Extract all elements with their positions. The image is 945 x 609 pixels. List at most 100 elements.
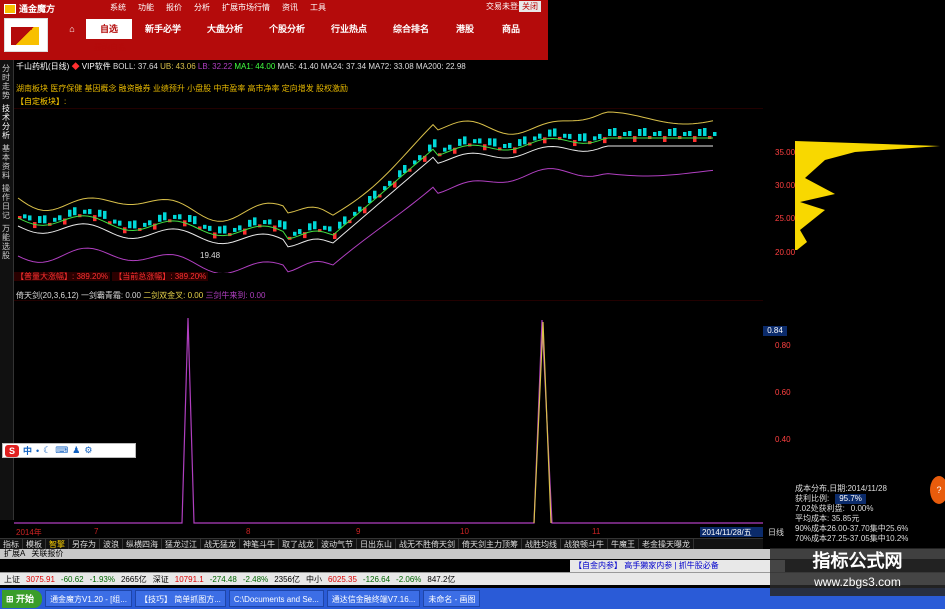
sz-label: 深证 bbox=[152, 574, 169, 584]
candle bbox=[73, 207, 77, 216]
cost-90: 90%成本26.00-37.70集中25.6% bbox=[795, 524, 909, 533]
task-tongjin[interactable]: 通金魔方V1.20 - [组... bbox=[45, 590, 132, 607]
candle bbox=[178, 214, 182, 220]
formula-tab[interactable]: 智擎 bbox=[46, 539, 69, 549]
candle bbox=[128, 221, 132, 229]
indicator-chart[interactable] bbox=[14, 300, 763, 526]
menu-ext-market[interactable]: 扩展市场行情 bbox=[222, 2, 270, 13]
formula-tab[interactable]: 波浪 bbox=[100, 539, 123, 549]
home-icon[interactable]: ⌂ bbox=[58, 19, 86, 39]
candle bbox=[508, 142, 512, 148]
zx-pct: -2.06% bbox=[396, 574, 422, 584]
candle bbox=[83, 209, 87, 214]
sidebar-item-basic[interactable]: 基本资料 bbox=[2, 144, 12, 180]
candle bbox=[693, 136, 697, 142]
candle bbox=[493, 138, 497, 147]
candle bbox=[53, 217, 57, 222]
menu-quote[interactable]: 报价 bbox=[166, 2, 182, 13]
period-label[interactable]: 日线 bbox=[768, 527, 784, 538]
menu-analysis[interactable]: 分析 bbox=[194, 2, 210, 13]
tab-market-analysis[interactable]: 大盘分析 bbox=[194, 19, 256, 39]
tab-stock-analysis[interactable]: 个股分析 bbox=[256, 19, 318, 39]
start-label: 开始 bbox=[16, 593, 35, 604]
ime-moon-icon[interactable]: ☾ bbox=[43, 445, 51, 456]
candle bbox=[448, 144, 452, 150]
formula-tab[interactable]: 波动气节 bbox=[318, 539, 357, 549]
tab-related-quote[interactable]: 关联报价 bbox=[31, 549, 63, 559]
candle bbox=[133, 220, 137, 229]
task-tdx[interactable]: 通达信金融终端V7.16... bbox=[326, 590, 421, 607]
close-button[interactable]: 关闭 bbox=[519, 1, 541, 12]
cost-panel: 成本分布,日期:2014/11/28 获利比例: 95.7% 7.02处获利盘: 0… bbox=[795, 484, 945, 544]
formula-tab[interactable]: 牛魔王 bbox=[608, 539, 639, 549]
candle bbox=[253, 217, 257, 226]
sidebar-item-tech[interactable]: 技术分析 bbox=[2, 104, 12, 140]
formula-tab[interactable]: 战胜均线 bbox=[522, 539, 561, 549]
indicator-v3: 三剑牛来到: 0.00 bbox=[205, 291, 266, 300]
tab-industry[interactable]: 行业热点 bbox=[318, 19, 380, 39]
tab-commodity[interactable]: 商品 bbox=[488, 19, 534, 39]
formula-tab[interactable]: 日出东山 bbox=[357, 539, 396, 549]
profit-value: 95.7% bbox=[835, 494, 866, 504]
formula-tab[interactable]: 模板 bbox=[23, 539, 46, 549]
vip-label: VIP软件 bbox=[81, 62, 111, 71]
ime-toolbar[interactable]: S 中 • ☾ ⌨ ♟ ⚙ bbox=[2, 443, 136, 458]
formula-tab[interactable]: 战无不胜倚天剑 bbox=[396, 539, 459, 549]
formula-tab[interactable]: 战狼顿斗牛 bbox=[561, 539, 608, 549]
boll-value: BOLL: 37.64 bbox=[112, 62, 158, 71]
vip-icon: ◆ bbox=[71, 62, 80, 71]
date-11: 11 bbox=[592, 527, 601, 536]
formula-tab[interactable]: 神笔斗牛 bbox=[240, 539, 279, 549]
indicator-spike-yellow bbox=[533, 321, 552, 524]
ime-skin-icon[interactable]: ♟ bbox=[72, 445, 80, 456]
menu-system[interactable]: 系统 bbox=[110, 2, 126, 13]
formula-tab[interactable]: 另存为 bbox=[69, 539, 100, 549]
menu-function[interactable]: 功能 bbox=[138, 2, 154, 13]
kline-chart[interactable]: 19.48 bbox=[14, 108, 763, 273]
tab-beginner[interactable]: 新手必学 bbox=[132, 19, 194, 39]
formula-tab[interactable]: 战无猛龙 bbox=[201, 539, 240, 549]
menu-news[interactable]: 资讯 bbox=[282, 2, 298, 13]
candle bbox=[143, 222, 147, 227]
tab-ranking[interactable]: 综合排名 bbox=[380, 19, 442, 39]
formula-tab[interactable]: 纵横四海 bbox=[123, 539, 162, 549]
indicator-value-box: 0.84 bbox=[763, 326, 787, 336]
task-tips[interactable]: 【技巧】 简单抓图方... bbox=[134, 590, 226, 607]
ime-lang[interactable]: 中 bbox=[23, 444, 32, 457]
tab-self-select[interactable]: 自选 bbox=[86, 19, 132, 39]
ime-keyboard-icon[interactable]: ⌨ bbox=[55, 445, 68, 456]
sidebar-item-diary[interactable]: 操作日记 bbox=[2, 184, 12, 220]
menu-tools[interactable]: 工具 bbox=[310, 2, 326, 13]
sz-value: 10791.1 bbox=[174, 574, 204, 584]
boll-lower-line bbox=[17, 168, 714, 273]
candle bbox=[698, 129, 702, 136]
formula-tab[interactable]: 倚天剑主力顶筹 bbox=[459, 539, 522, 549]
profit-label: 获利比例: bbox=[795, 494, 830, 503]
candle bbox=[193, 216, 197, 225]
date-10: 10 bbox=[460, 527, 469, 536]
task-explorer[interactable]: C:\Documents and Se... bbox=[228, 590, 324, 607]
candle bbox=[223, 225, 227, 234]
tab-hk[interactable]: 港股 bbox=[442, 19, 488, 39]
candle bbox=[118, 220, 122, 226]
ime-punct-icon[interactable]: • bbox=[36, 446, 39, 456]
candle bbox=[668, 129, 672, 136]
sidebar-item-screener[interactable]: 万能选股 bbox=[2, 224, 12, 260]
task-paint[interactable]: 未命名 - 画图 bbox=[423, 590, 481, 607]
formula-tab[interactable]: 猛龙过江 bbox=[162, 539, 201, 549]
formula-tab[interactable]: 取了战龙 bbox=[279, 539, 318, 549]
candle bbox=[238, 225, 242, 231]
subnav-my-selection[interactable]: 我的自选 bbox=[94, 42, 126, 53]
news-ticker[interactable]: 【自金内参】 高手獭家内参 | 抓牛股必备 bbox=[570, 560, 785, 572]
tab-ext-a[interactable]: 扩展A bbox=[4, 549, 25, 559]
start-button[interactable]: ⊞ 开始 bbox=[2, 589, 43, 608]
formula-tab[interactable]: 老金操天曝龙 bbox=[639, 539, 694, 549]
ime-tools-icon[interactable]: ⚙ bbox=[84, 445, 92, 456]
formula-tab[interactable]: 指标 bbox=[0, 539, 23, 549]
float-help-button[interactable]: ? bbox=[930, 476, 945, 504]
low-price-label: 19.48 bbox=[200, 251, 221, 260]
logo-icon bbox=[4, 4, 16, 14]
date-7: 7 bbox=[94, 527, 99, 536]
sidebar-item-timeline[interactable]: 分时走势 bbox=[2, 64, 12, 100]
stock-info-line: 千山药机(日线) ◆ VIP软件 BOLL: 37.64 UB: 43.06 L… bbox=[16, 61, 466, 72]
